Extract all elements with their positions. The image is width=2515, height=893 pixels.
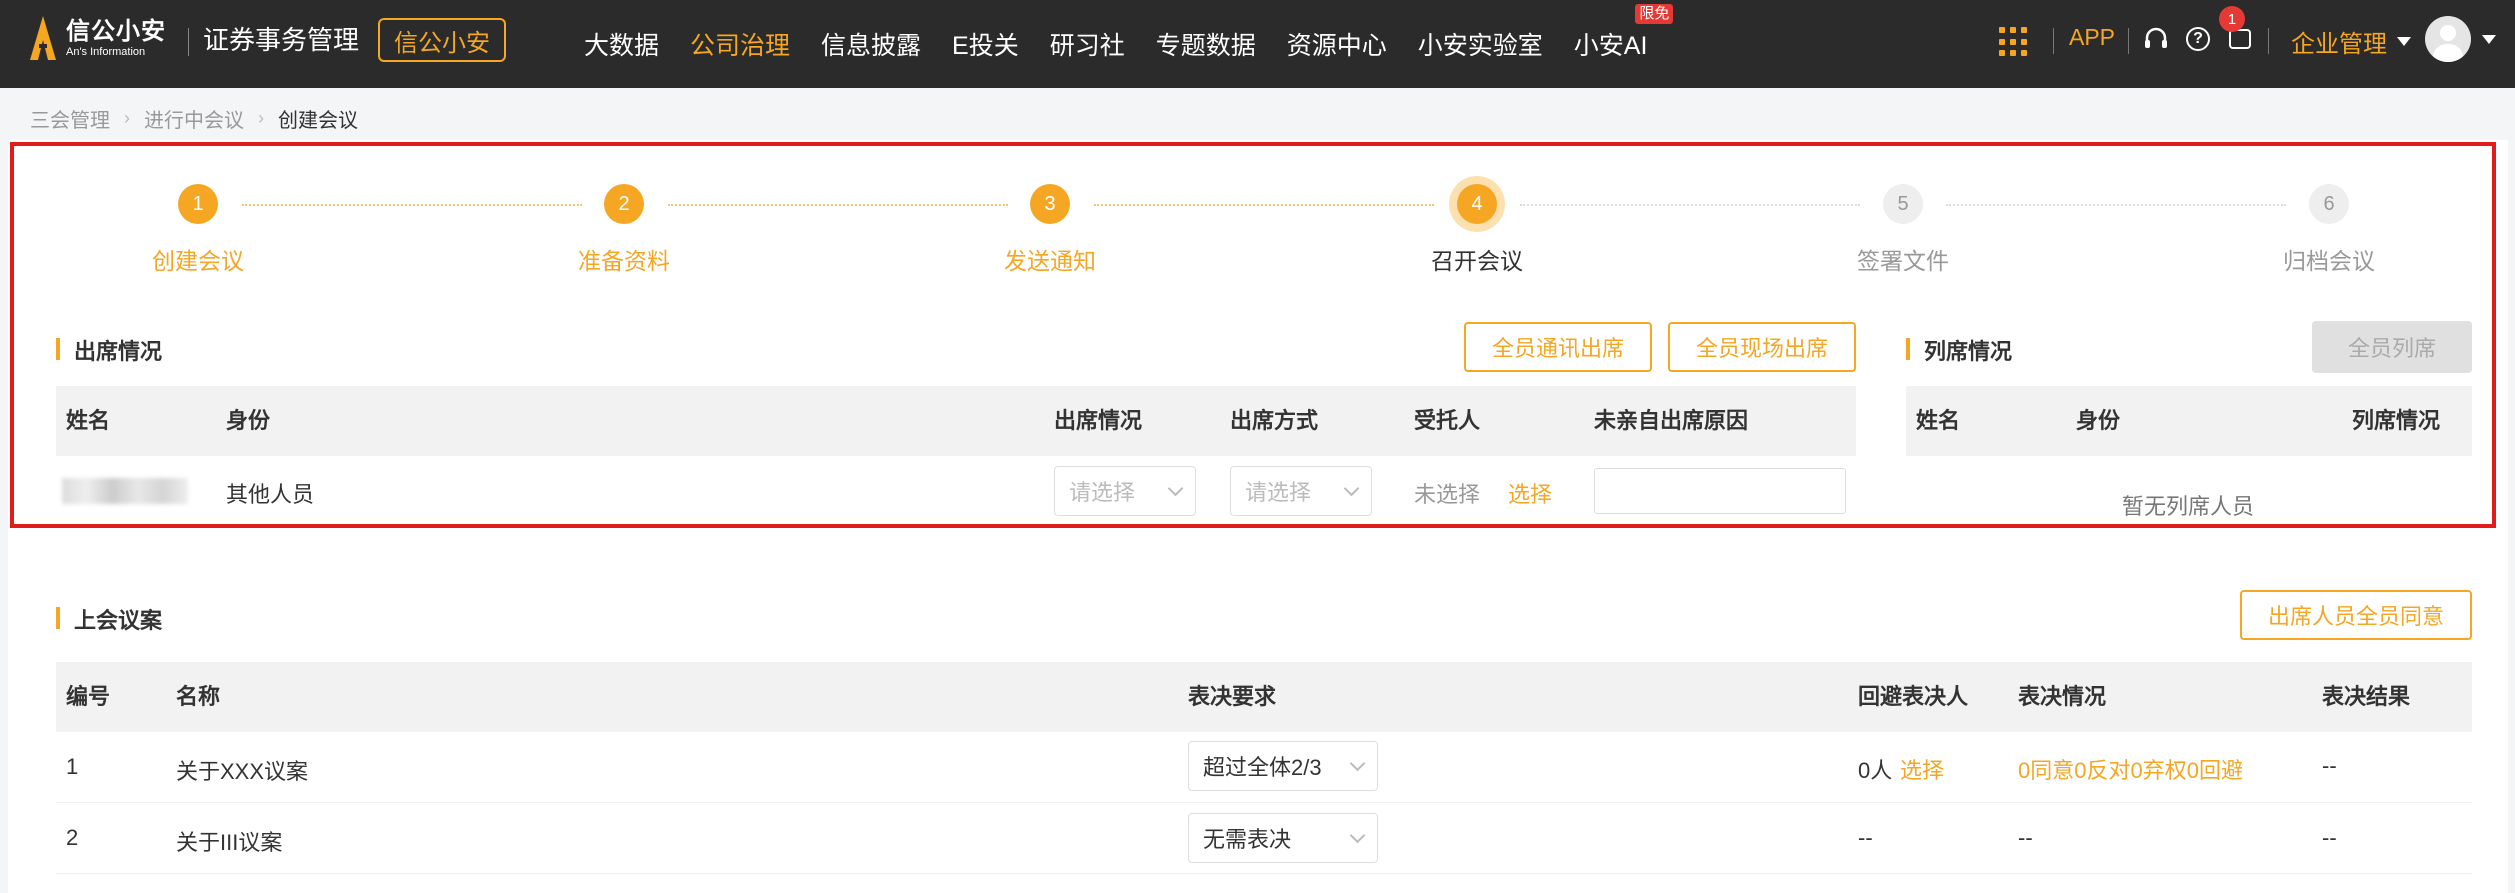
vote-result: -- [2322,825,2337,850]
column-header: 身份 [226,408,271,433]
column-header: 姓名 [66,408,111,433]
column-header: 未亲自出席原因 [1594,408,1749,433]
column-header: 名称 [176,684,221,709]
recusal-count: -- [1858,825,1873,850]
row-divider [56,873,2472,874]
attendance-table-header: 姓名 身份 出席情况 出席方式 受托人 未亲自出席原因 [56,386,1856,456]
column-header: 表决要求 [1188,684,1277,709]
chevron-down-icon [1167,480,1184,497]
step-number: 6 [2309,184,2349,224]
attendee-role: 其他人员 [226,482,315,507]
step-label: 归档会议 [2283,248,2375,274]
row-divider [56,802,2472,803]
step-number: 5 [1883,184,1923,224]
vote-requirement-select[interactable]: 无需表决 [1188,813,1378,863]
select-recusal-link[interactable]: 选择 [1900,753,1944,785]
redacted-name [62,478,188,504]
select-placeholder: 请选择 [1069,480,1136,505]
chevron-down-icon [1349,755,1366,772]
column-header: 编号 [66,684,111,709]
motion-name: 关于XXX议案 [176,759,309,784]
step-3[interactable]: 3 发送通知 [950,184,1150,276]
column-header: 表决情况 [2018,684,2107,709]
step-4[interactable]: 4 召开会议 [1377,184,1577,276]
chevron-down-icon [1349,827,1366,844]
step-2[interactable]: 2 准备资料 [524,184,724,276]
motion-number: 2 [66,825,79,850]
vote-summary-link[interactable]: 0同意0反对0弃权0回避 [2018,753,2243,785]
attendance-status-select[interactable]: 请选择 [1054,466,1196,516]
select-value: 无需表决 [1203,827,1292,852]
motion-number: 1 [66,754,79,779]
all-observe-button[interactable]: 全员列席 [2312,321,2472,373]
vote-requirement-select[interactable]: 超过全体2/3 [1188,741,1378,791]
column-header: 姓名 [1916,408,1961,433]
observers-empty-text: 暂无列席人员 [2122,494,2255,519]
column-header: 受托人 [1414,408,1481,433]
vote-summary: -- [2018,825,2033,850]
step-progress: 1 创建会议 2 准备资料 3 发送通知 4 召开会议 5 签署文件 6 归档会… [0,0,2515,300]
step-label: 签署文件 [1857,248,1949,274]
column-header: 出席方式 [1230,408,1319,433]
step-label: 发送通知 [1004,248,1096,274]
observers-section-title: 列席情况 [1906,334,2012,366]
select-proxy-link[interactable]: 选择 [1508,477,1552,509]
step-number: 1 [178,184,218,224]
absence-reason-input[interactable] [1594,468,1846,514]
all-communication-attend-button[interactable]: 全员通讯出席 [1464,322,1652,372]
all-onsite-attend-button[interactable]: 全员现场出席 [1668,322,1856,372]
step-label: 召开会议 [1431,248,1523,274]
motions-section-title: 上会议案 [56,603,162,635]
attendance-section-title: 出席情况 [56,334,162,366]
step-label: 准备资料 [578,248,670,274]
step-number: 4 [1457,184,1497,224]
step-number: 3 [1030,184,1070,224]
column-header: 回避表决人 [1858,684,1969,709]
select-value: 超过全体2/3 [1203,755,1322,780]
step-5: 5 签署文件 [1803,184,2003,276]
step-number: 2 [604,184,644,224]
step-6: 6 归档会议 [2229,184,2429,276]
step-1[interactable]: 1 创建会议 [98,184,298,276]
motion-name: 关于III议案 [176,830,283,855]
motions-table-header: 编号 名称 表决要求 回避表决人 表决情况 表决结果 [56,662,2472,732]
proxy-value: 未选择 [1414,482,1481,507]
step-label: 创建会议 [152,248,244,274]
recusal-count: 0人 [1858,758,1893,783]
vote-result: -- [2322,753,2337,778]
column-header: 表决结果 [2322,684,2411,709]
column-header: 出席情况 [1054,408,1143,433]
chevron-down-icon [1343,480,1360,497]
observers-table-header: 姓名 身份 列席情况 [1906,386,2472,456]
column-header: 身份 [2076,408,2121,433]
attendance-mode-select[interactable]: 请选择 [1230,466,1372,516]
all-attendees-agree-button[interactable]: 出席人员全员同意 [2240,590,2472,640]
column-header: 列席情况 [2352,408,2441,433]
select-placeholder: 请选择 [1245,480,1312,505]
